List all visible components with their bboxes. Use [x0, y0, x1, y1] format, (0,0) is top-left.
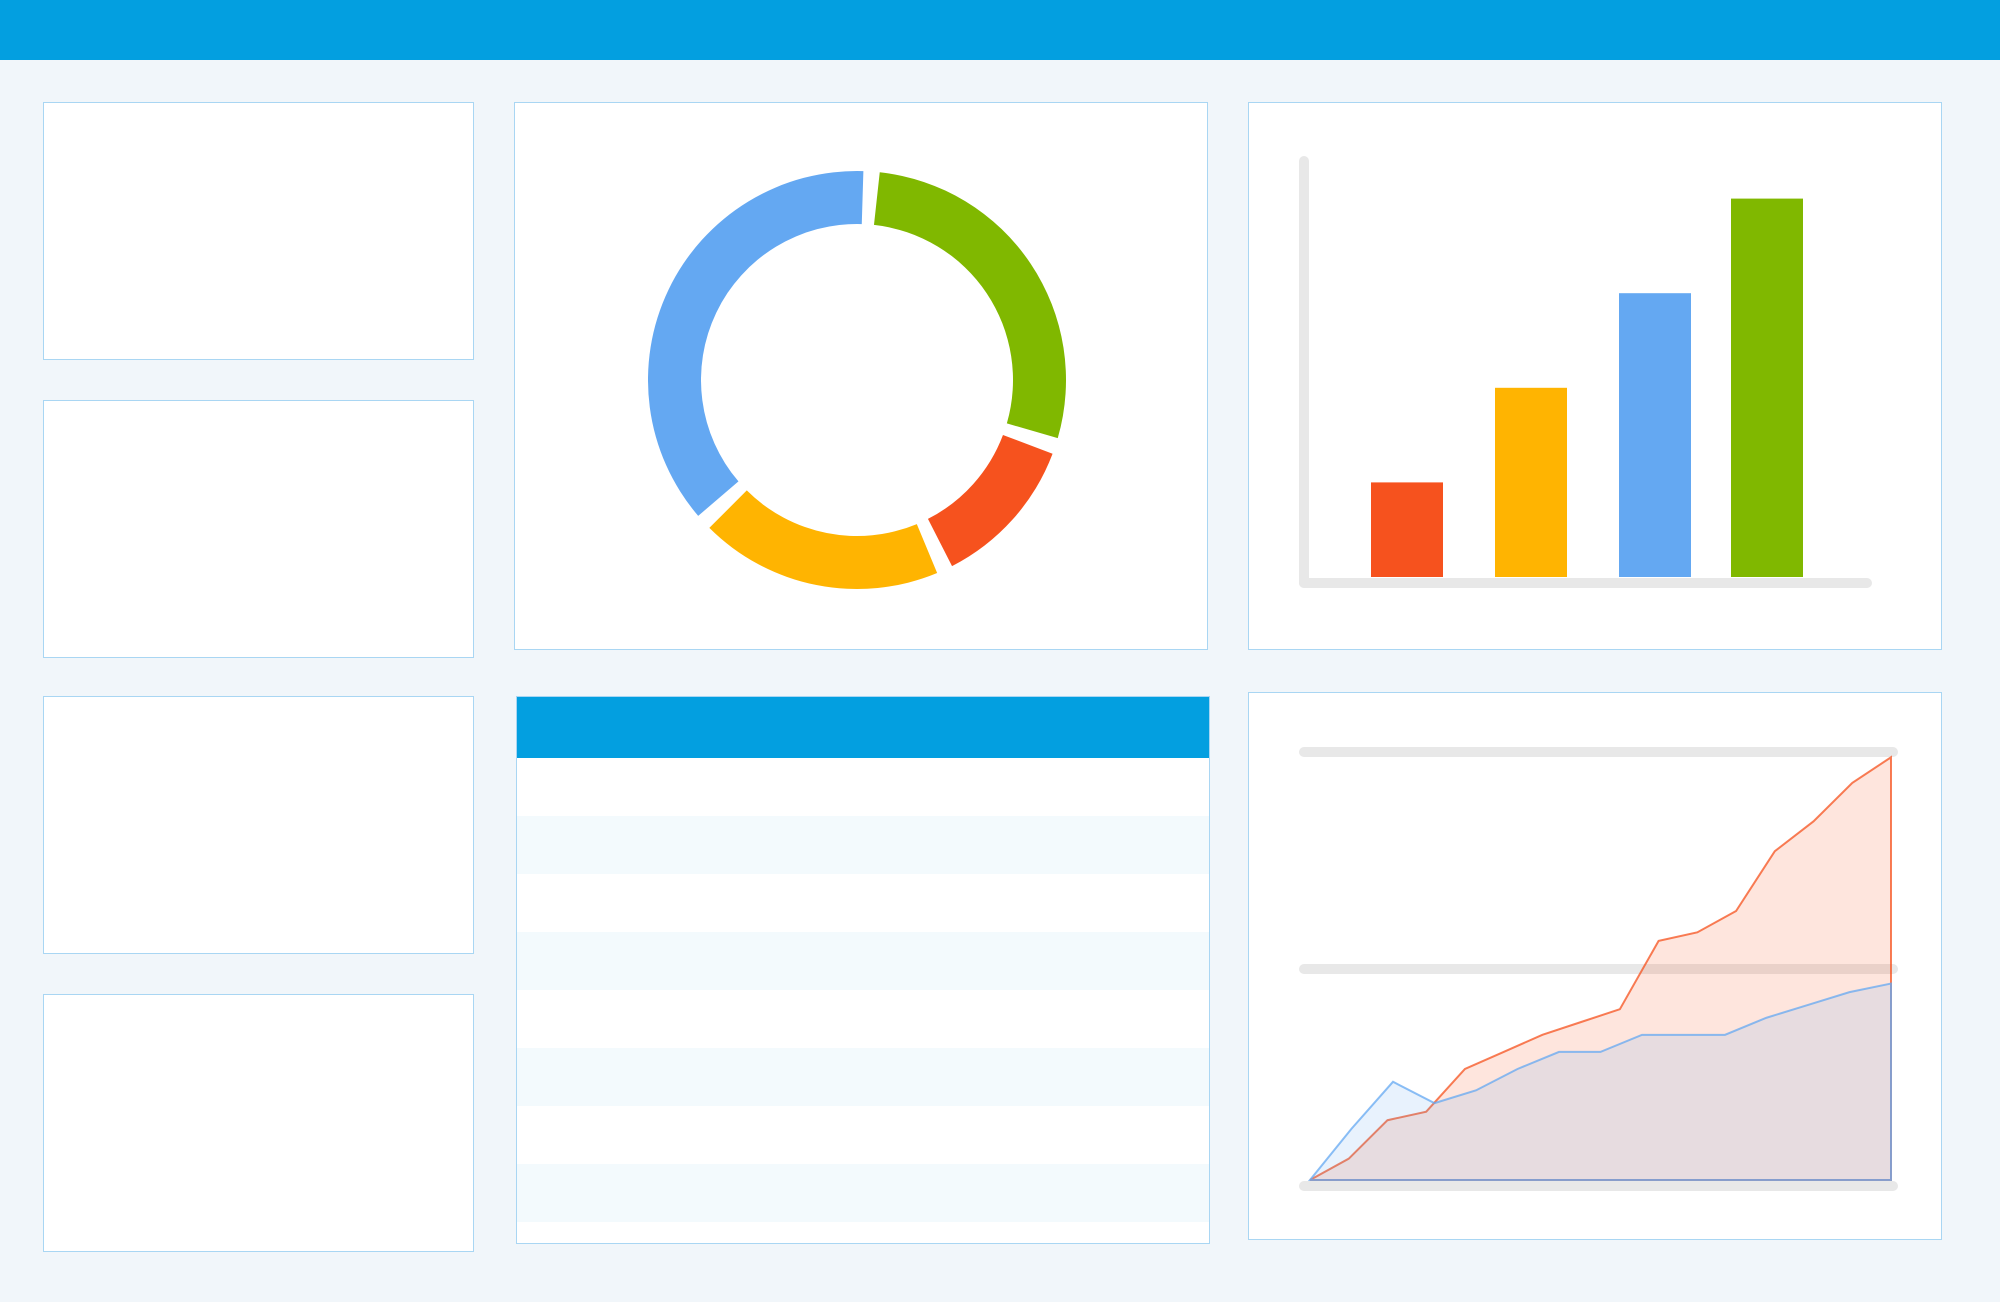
stat-card [43, 696, 474, 954]
area-chart [1299, 747, 1898, 1191]
donut-slice[interactable] [873, 172, 1066, 439]
table-row[interactable] [517, 1106, 1209, 1164]
table-row[interactable] [517, 990, 1209, 1048]
stat-card [43, 102, 474, 360]
bar[interactable] [1619, 293, 1691, 577]
bar[interactable] [1371, 482, 1443, 577]
table-row[interactable] [517, 816, 1209, 874]
bar-chart-panel [1248, 102, 1942, 650]
table-row[interactable] [517, 932, 1209, 990]
table-row[interactable] [517, 1048, 1209, 1106]
bar[interactable] [1731, 198, 1803, 577]
table-row[interactable] [517, 874, 1209, 932]
donut-chart-panel [514, 102, 1208, 650]
area-chart-panel [1248, 692, 1942, 1240]
area-series[interactable] [1307, 982, 1892, 1181]
stat-card [43, 994, 474, 1252]
stat-card [43, 400, 474, 658]
bar[interactable] [1495, 387, 1567, 577]
table-row[interactable] [517, 758, 1209, 816]
donut-slice[interactable] [927, 435, 1053, 567]
table-header [517, 697, 1209, 758]
donut-chart [648, 171, 1066, 589]
donut-slice[interactable] [648, 171, 864, 516]
data-table-panel [516, 696, 1210, 1244]
bar-chart [1299, 156, 1872, 588]
donut-slice[interactable] [709, 490, 938, 589]
table-row[interactable] [517, 1164, 1209, 1222]
top-header-bar [0, 0, 2000, 60]
